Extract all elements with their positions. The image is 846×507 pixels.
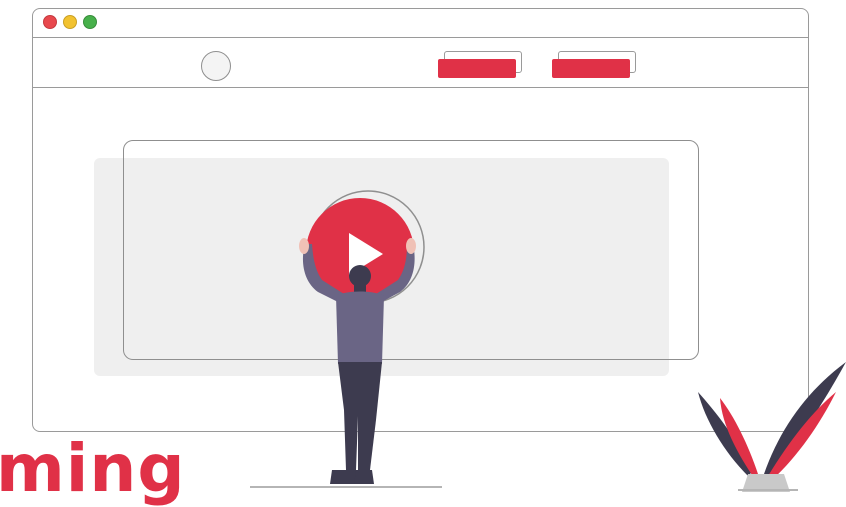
circle-logo-icon[interactable] — [201, 51, 231, 81]
left-shoe — [330, 470, 357, 484]
nav-button-2[interactable] — [552, 51, 636, 78]
minimize-window-button[interactable] — [63, 15, 77, 29]
nav-button-fill — [438, 59, 516, 78]
browser-window — [32, 8, 809, 432]
right-shoe — [354, 470, 374, 484]
page-headline: ming — [0, 430, 186, 507]
title-bar — [33, 9, 808, 38]
nav-button-1[interactable] — [438, 51, 522, 78]
ground-line — [250, 486, 442, 488]
nav-button-fill — [552, 59, 630, 78]
close-window-button[interactable] — [43, 15, 57, 29]
ground-line — [738, 489, 798, 491]
maximize-window-button[interactable] — [83, 15, 97, 29]
site-navbar — [33, 37, 808, 88]
